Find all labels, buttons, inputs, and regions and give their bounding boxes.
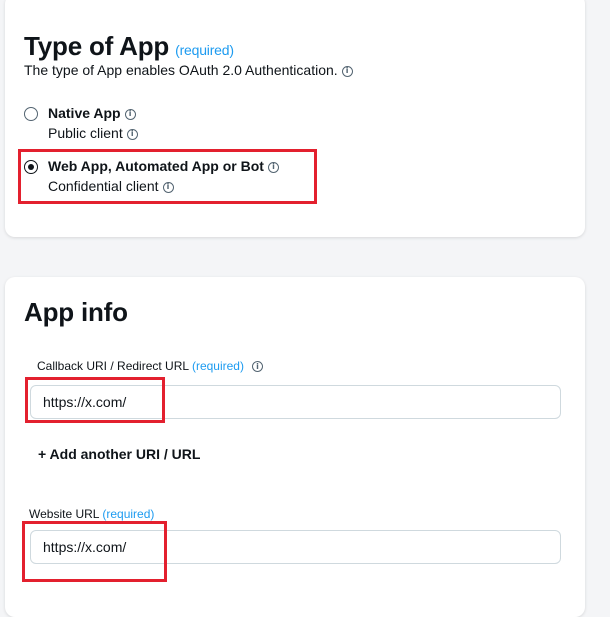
info-icon[interactable]: i (341, 65, 353, 77)
highlight-box-callback (25, 377, 165, 423)
info-icon[interactable]: i (251, 361, 263, 373)
highlight-box-website (22, 521, 167, 582)
highlight-box-web-app (18, 149, 317, 204)
website-url-label: Website URL (required) (29, 507, 155, 521)
subtitle-text: The type of App enables OAuth 2.0 Authen… (24, 62, 338, 78)
type-of-app-subtitle: The type of App enables OAuth 2.0 Authen… (24, 62, 353, 78)
type-of-app-title-text: Type of App (24, 31, 170, 61)
required-label: (required) (102, 507, 155, 521)
required-label: (required) (191, 359, 244, 373)
add-another-uri-link[interactable]: + Add another URI / URL (38, 446, 200, 462)
radio-button-native-app[interactable] (24, 107, 38, 121)
app-info-title: App info (24, 297, 128, 327)
callback-url-label: Callback URI / Redirect URL (required) i (37, 359, 263, 373)
info-icon[interactable]: i (126, 128, 138, 140)
required-label: (required) (175, 42, 234, 58)
info-icon[interactable]: i (124, 108, 136, 120)
type-of-app-title: Type of App (required) (24, 31, 234, 62)
option-label: Native App i (48, 105, 136, 121)
option-sublabel: Public client i (48, 125, 138, 141)
